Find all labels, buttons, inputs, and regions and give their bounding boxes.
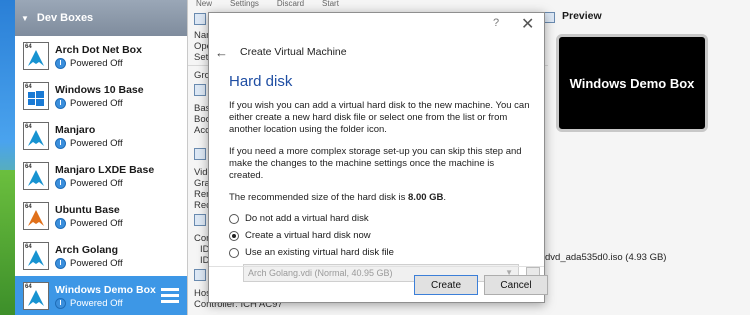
help-icon[interactable]: ?: [493, 17, 499, 29]
collapse-caret-icon[interactable]: ▼: [21, 14, 29, 23]
toolbar-start[interactable]: Start: [322, 0, 339, 8]
radio-label: Create a virtual hard disk now: [245, 230, 371, 241]
radio-button-selected[interactable]: [229, 230, 239, 241]
recommended-size: The recommended size of the hard disk is…: [229, 192, 530, 204]
radio-create-disk[interactable]: Create a virtual hard disk now: [229, 230, 544, 241]
radio-label: Do not add a virtual hard disk: [245, 213, 369, 224]
back-arrow-icon[interactable]: ←: [215, 45, 228, 60]
preview-panel: Preview Windows Demo Box: [540, 10, 750, 132]
arch-linux-icon: 64: [23, 242, 49, 270]
vm-state-text: Powered Off: [70, 257, 123, 269]
create-button[interactable]: Create: [414, 275, 478, 295]
vm-item-selected[interactable]: 64 Windows Demo Box Powered Off: [15, 276, 187, 315]
vm-name: Windows Demo Box: [55, 283, 156, 296]
display-icon: [194, 148, 206, 160]
radio-existing-disk[interactable]: Use an existing virtual hard disk file: [229, 247, 544, 258]
vm-state-text: Powered Off: [70, 97, 123, 109]
vm-state: Powered Off: [55, 297, 156, 309]
machine-list: ▼ Dev Boxes 64 Arch Dot Net Box Powered …: [15, 0, 188, 315]
vm-state-text: Powered Off: [70, 57, 123, 69]
toolbar: New Settings Discard Start: [188, 0, 750, 8]
vm-item[interactable]: 64 Manjaro Powered Off: [15, 116, 187, 156]
vm-state: Powered Off: [55, 257, 123, 269]
system-icon: [194, 84, 206, 96]
vm-state: Powered Off: [55, 97, 144, 109]
close-icon[interactable]: ✕: [521, 14, 534, 34]
create-vm-dialog: ? ✕ ← Create Virtual Machine Hard disk I…: [208, 12, 548, 303]
vm-item[interactable]: 64 Windows 10 Base Powered Off: [15, 76, 187, 116]
vm-name: Ubuntu Base: [55, 203, 120, 216]
vm-state-text: Powered Off: [70, 297, 123, 309]
audio-icon: [194, 269, 206, 281]
powered-off-icon: [55, 97, 66, 109]
general-icon: [194, 13, 206, 25]
vm-state-text: Powered Off: [70, 177, 123, 189]
vm-name: Windows 10 Base: [55, 83, 144, 96]
page-title: Hard disk: [229, 73, 293, 90]
vm-name: Arch Dot Net Box: [55, 43, 142, 56]
vm-name: Manjaro LXDE Base: [55, 163, 155, 176]
vm-item[interactable]: 64 Arch Golang Powered Off: [15, 236, 187, 276]
toolbar-discard[interactable]: Discard: [277, 0, 304, 8]
vm-state-text: Powered Off: [70, 137, 123, 149]
radio-button[interactable]: [229, 213, 239, 224]
cancel-button[interactable]: Cancel: [484, 275, 548, 295]
preview-screen: Windows Demo Box: [556, 34, 708, 132]
powered-off-icon: [55, 57, 66, 69]
vm-state: Powered Off: [55, 177, 154, 189]
vm-state: Powered Off: [55, 217, 123, 229]
windows-icon: 64: [23, 282, 49, 310]
ubuntu-icon: 64: [23, 202, 49, 230]
dialog-title: Create Virtual Machine: [240, 46, 347, 58]
vm-item[interactable]: 64 Arch Dot Net Box Powered Off: [15, 36, 187, 76]
preview-title: Preview: [562, 10, 602, 22]
recommended-prefix: The recommended size of the hard disk is: [229, 192, 409, 203]
windows-10-icon: 64: [23, 82, 49, 110]
complex-setup-paragraph: If you need a more complex storage set-u…: [229, 146, 522, 181]
vm-state: Powered Off: [55, 137, 123, 149]
vm-state-text: Powered Off: [70, 217, 123, 229]
vm-menu-icon[interactable]: [161, 288, 179, 304]
vm-item[interactable]: 64 Ubuntu Base Powered Off: [15, 196, 187, 236]
toolbar-settings[interactable]: Settings: [230, 0, 259, 8]
powered-off-icon: [55, 137, 66, 149]
vm-item[interactable]: 64 Manjaro LXDE Base Powered Off: [15, 156, 187, 196]
group-label: Dev Boxes: [36, 12, 94, 24]
powered-off-icon: [55, 257, 66, 269]
toolbar-new[interactable]: New: [196, 0, 212, 8]
powered-off-icon: [55, 297, 66, 309]
powered-off-icon: [55, 217, 66, 229]
dialog-nav: ← Create Virtual Machine: [209, 37, 544, 67]
radio-no-disk[interactable]: Do not add a virtual hard disk: [229, 213, 544, 224]
vm-name: Arch Golang: [55, 243, 119, 256]
vm-state: Powered Off: [55, 57, 142, 69]
arch-linux-icon: 64: [23, 42, 49, 70]
linux-icon: 64: [23, 162, 49, 190]
vm-name: Manjaro: [55, 123, 96, 136]
storage-icon: [194, 214, 206, 226]
intro-paragraph: If you wish you can add a virtual hard d…: [229, 100, 530, 135]
linux-icon: 64: [23, 122, 49, 150]
iso-text: dvd_ada535d0.iso (4.93 GB): [545, 252, 667, 263]
recommended-size-value: 8.00 GB: [408, 192, 444, 203]
group-header[interactable]: ▼ Dev Boxes: [15, 0, 187, 36]
recommended-suffix: .: [443, 192, 447, 203]
powered-off-icon: [55, 177, 66, 189]
radio-button[interactable]: [229, 247, 239, 258]
dialog-footer: Create Cancel: [209, 266, 548, 302]
dialog-titlebar: ? ✕: [209, 13, 544, 37]
radio-label: Use an existing virtual hard disk file: [245, 247, 394, 258]
